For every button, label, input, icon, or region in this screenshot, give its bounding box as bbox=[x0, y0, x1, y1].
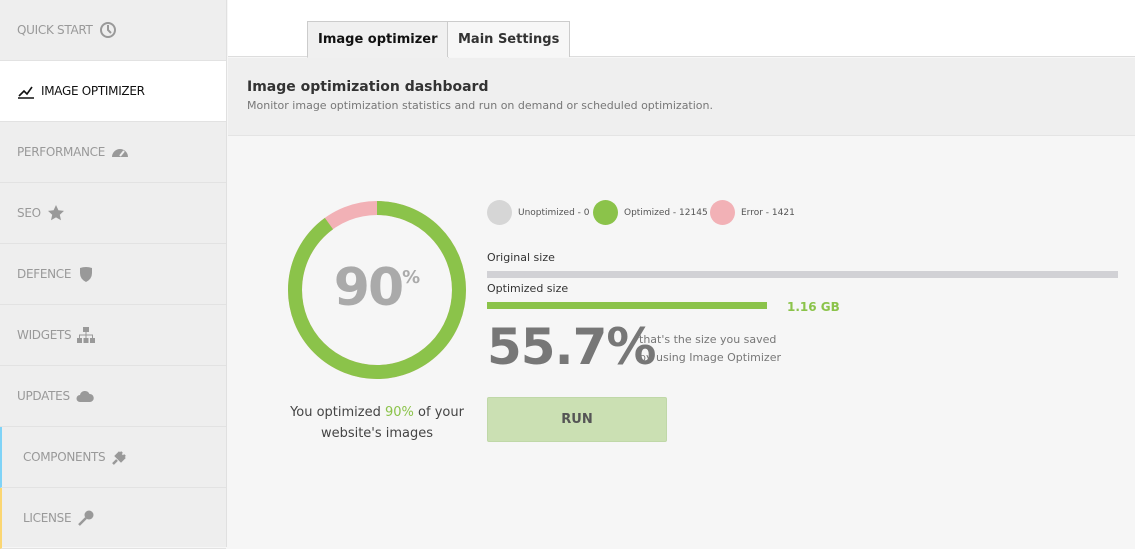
star-icon bbox=[47, 205, 64, 221]
legend-dot bbox=[593, 200, 618, 225]
sidebar-item-seo[interactable]: SEO bbox=[0, 183, 226, 244]
key-icon bbox=[78, 510, 94, 526]
clock-icon bbox=[99, 22, 116, 38]
sidebar-item-quick-start[interactable]: QUICK START bbox=[0, 0, 226, 61]
page-title: Image optimization dashboard bbox=[247, 79, 489, 95]
sidebar-item-image-optimizer[interactable]: IMAGE OPTIMIZER bbox=[0, 61, 226, 122]
sidebar-item-label: DEFENCE bbox=[17, 267, 72, 281]
optimized-caption: You optimized 90% of your website's imag… bbox=[290, 405, 464, 441]
tab-image-optimizer[interactable]: Image optimizer bbox=[307, 21, 449, 58]
sidebar-item-updates[interactable]: UPDATES bbox=[0, 366, 226, 427]
sidebar-item-label: COMPONENTS bbox=[23, 450, 106, 464]
sitemap-icon bbox=[77, 327, 96, 343]
page-subtitle: Monitor image optimization statistics an… bbox=[247, 99, 714, 112]
legend-dot bbox=[710, 200, 735, 225]
sidebar-item-label: SEO bbox=[17, 206, 41, 220]
sidebar-item-label: WIDGETS bbox=[17, 328, 72, 342]
sidebar-item-components[interactable]: COMPONENTS bbox=[0, 427, 226, 488]
sidebar-item-label: UPDATES bbox=[17, 389, 70, 403]
shield-icon bbox=[80, 267, 93, 282]
sidebar-item-performance[interactable]: PERFORMANCE bbox=[0, 122, 226, 183]
optimized-size-label: Optimized size bbox=[487, 282, 569, 295]
optimized-percent: 90% bbox=[333, 258, 421, 318]
sidebar-item-label: PERFORMANCE bbox=[17, 145, 106, 159]
plug-icon bbox=[112, 451, 127, 465]
run-button[interactable]: RUN bbox=[487, 397, 667, 442]
saved-percent: 55.7% bbox=[487, 318, 656, 376]
sidebar-item-defence[interactable]: DEFENCE bbox=[0, 244, 226, 305]
legend-optimized: Optimized - 12145 bbox=[593, 200, 708, 225]
optimized-size-value: 1.16 GB bbox=[787, 300, 840, 314]
tab-main-settings[interactable]: Main Settings bbox=[447, 21, 571, 57]
sidebar-item-label: IMAGE OPTIMIZER bbox=[41, 84, 145, 98]
sidebar-item-license[interactable]: LICENSE bbox=[0, 488, 226, 549]
speedometer-icon bbox=[112, 149, 129, 157]
legend-unoptimized: Unoptimized - 0 bbox=[487, 200, 589, 225]
tab-bar: Image optimizer Main Settings bbox=[228, 0, 1135, 58]
original-size-bar bbox=[487, 271, 1118, 278]
page-header: Image optimization dashboard Monitor ima… bbox=[228, 58, 1135, 136]
cloud-icon bbox=[76, 390, 94, 402]
chart-line-icon bbox=[18, 86, 34, 99]
sidebar-item-label: QUICK START bbox=[17, 23, 93, 37]
saved-description: that's the size you saved by using Image … bbox=[639, 333, 781, 364]
sidebar-item-widgets[interactable]: WIDGETS bbox=[0, 305, 226, 366]
legend-dot bbox=[487, 200, 512, 225]
sidebar-item-label: LICENSE bbox=[23, 511, 72, 525]
sidebar: QUICK START IMAGE OPTIMIZER PERFORMANCE … bbox=[0, 0, 227, 549]
original-size-label: Original size bbox=[487, 251, 555, 264]
legend-error: Error - 1421 bbox=[710, 200, 795, 225]
optimized-size-bar bbox=[487, 302, 767, 309]
